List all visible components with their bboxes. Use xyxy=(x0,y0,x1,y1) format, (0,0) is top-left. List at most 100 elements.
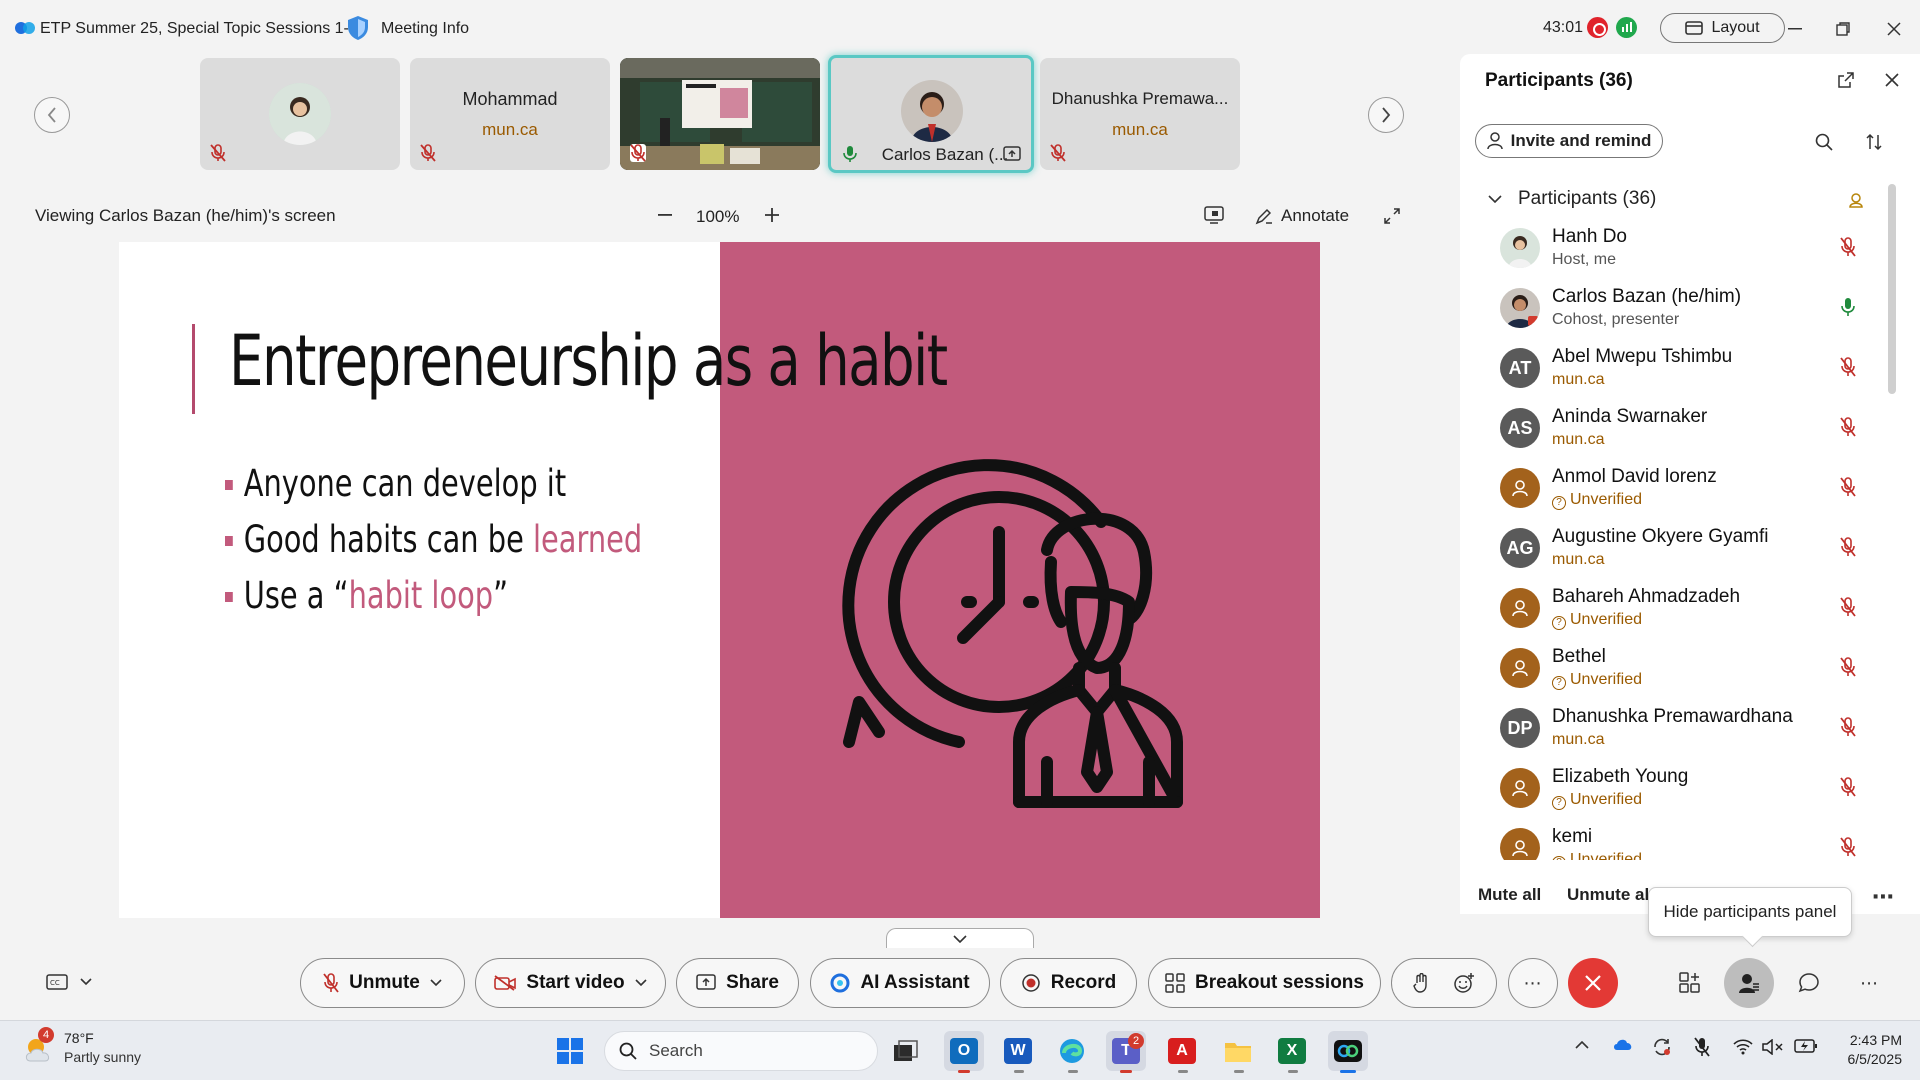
start-video-button[interactable]: Start video xyxy=(475,958,666,1008)
zoom-out-button[interactable] xyxy=(652,201,678,229)
mic-muted-icon[interactable] xyxy=(1838,596,1858,618)
popout-button[interactable] xyxy=(1834,68,1858,92)
avatar xyxy=(269,83,331,145)
captions-button[interactable]: CC xyxy=(46,974,92,990)
start-button[interactable] xyxy=(550,1031,590,1071)
outlook-app[interactable]: O xyxy=(944,1031,984,1073)
wifi-tray[interactable] xyxy=(1733,1039,1753,1055)
participant-row[interactable]: DP Dhanushka Premawardhana mun.ca xyxy=(1460,702,1900,762)
network-stats-icon[interactable] xyxy=(1616,17,1637,38)
strip-prev-button[interactable] xyxy=(34,97,70,133)
participant-row[interactable]: Elizabeth Young? Unverified xyxy=(1460,762,1900,822)
close-panel-button[interactable] xyxy=(1880,68,1904,92)
chevron-down-icon xyxy=(953,934,967,943)
mute-all-button[interactable]: Mute all xyxy=(1478,885,1541,905)
taskview-app[interactable] xyxy=(886,1031,926,1071)
shared-screen[interactable]: Entrepreneurship as a habit Anyone can d… xyxy=(119,242,1320,918)
sort-button[interactable] xyxy=(1862,130,1886,154)
minimize-button[interactable] xyxy=(1780,14,1810,44)
video-tile-mohammad[interactable]: Mohammad mun.ca xyxy=(410,58,610,170)
participants-toggle-button[interactable] xyxy=(1724,958,1774,1008)
mic-muted-icon[interactable] xyxy=(1838,656,1858,678)
sync-tray[interactable] xyxy=(1652,1037,1672,1057)
mic-muted-icon[interactable] xyxy=(1838,356,1858,378)
plus-icon xyxy=(765,208,779,222)
clock-time[interactable]: 2:43 PM xyxy=(1836,1032,1902,1048)
fullscreen-button[interactable] xyxy=(1383,207,1401,225)
mic-on-icon[interactable] xyxy=(1838,296,1858,318)
mic-muted-icon[interactable] xyxy=(1838,476,1858,498)
weather-badge: 4 xyxy=(38,1027,54,1043)
breakout-sessions-button[interactable]: Breakout sessions xyxy=(1148,958,1381,1008)
participant-subtitle-text: mun.ca xyxy=(1552,431,1605,448)
video-tile-host[interactable] xyxy=(200,58,400,170)
restore-button[interactable] xyxy=(1828,14,1858,44)
mic-muted-icon[interactable] xyxy=(1838,716,1858,738)
participants-section-toggle[interactable]: Participants (36) xyxy=(1488,188,1656,210)
participant-row[interactable]: AS Aninda Swarnaker mun.ca xyxy=(1460,402,1900,462)
webex-app[interactable] xyxy=(1328,1031,1368,1073)
participant-row[interactable]: Bethel? Unverified xyxy=(1460,642,1900,702)
mic-muted-icon[interactable] xyxy=(1838,236,1858,258)
clock-date[interactable]: 6/5/2025 xyxy=(1836,1051,1903,1067)
recording-indicator-icon[interactable] xyxy=(1587,17,1608,38)
volume-tray[interactable] xyxy=(1762,1039,1784,1055)
video-tile-dhanushka[interactable]: Dhanushka Premawa... mun.ca xyxy=(1040,58,1240,170)
emoji-reaction-icon[interactable] xyxy=(1453,972,1475,994)
video-tile-carlos[interactable]: Carlos Bazan (... xyxy=(828,55,1034,173)
participant-list[interactable]: Hanh Do Host, me Carlos Bazan (he/him) Coho… xyxy=(1460,222,1900,860)
participant-row[interactable]: Hanh Do Host, me xyxy=(1460,222,1900,282)
collapse-strip-button[interactable] xyxy=(886,928,1034,948)
share-button[interactable]: Share xyxy=(676,958,799,1008)
invite-and-remind-button[interactable]: Invite and remind xyxy=(1475,124,1663,158)
unmute-button[interactable]: Unmute xyxy=(300,958,465,1008)
mic-muted-icon[interactable] xyxy=(1838,776,1858,798)
onedrive-tray[interactable] xyxy=(1612,1037,1634,1051)
shield-icon[interactable] xyxy=(346,15,370,41)
raise-hand-icon[interactable] xyxy=(1413,973,1429,993)
participant-row[interactable]: Anmol David lorenz? Unverified xyxy=(1460,462,1900,522)
edge-app[interactable] xyxy=(1052,1031,1092,1073)
participant-row[interactable]: kemi? Unverified xyxy=(1460,822,1900,860)
layout-button[interactable]: Layout xyxy=(1660,13,1785,43)
chat-button[interactable] xyxy=(1784,958,1834,1008)
participant-row[interactable]: AG Augustine Okyere Gyamfi mun.ca xyxy=(1460,522,1900,582)
acrobat-app[interactable]: A xyxy=(1162,1031,1202,1073)
strip-next-button[interactable] xyxy=(1368,97,1404,133)
more-options-button[interactable]: ⋯ xyxy=(1508,958,1558,1008)
chat-icon xyxy=(1798,973,1819,993)
mic-tray[interactable] xyxy=(1694,1037,1710,1057)
participant-row[interactable]: Carlos Bazan (he/him) Cohost, presenter xyxy=(1460,282,1900,342)
apps-button[interactable] xyxy=(1665,958,1715,1008)
taskbar-search[interactable]: Search xyxy=(604,1031,878,1071)
zoom-in-button[interactable] xyxy=(759,201,785,229)
mic-muted-icon[interactable] xyxy=(1838,536,1858,558)
meeting-info-link[interactable]: Meeting Info xyxy=(381,20,469,38)
panel-scrollbar[interactable] xyxy=(1888,184,1896,394)
remote-control-button[interactable] xyxy=(1204,206,1224,224)
mic-muted-icon xyxy=(1694,1037,1710,1057)
leave-meeting-button[interactable] xyxy=(1568,958,1618,1008)
tray-overflow-button[interactable] xyxy=(1575,1041,1589,1049)
search-participants-button[interactable] xyxy=(1812,130,1836,154)
close-window-button[interactable] xyxy=(1879,14,1909,44)
panel-more-button[interactable]: ⋯ xyxy=(1872,884,1895,910)
more-panels-button[interactable]: ⋯ xyxy=(1844,958,1894,1008)
excel-app[interactable]: X xyxy=(1272,1031,1312,1073)
participant-row[interactable]: AT Abel Mwepu Tshimbu mun.ca xyxy=(1460,342,1900,402)
ai-assistant-button[interactable]: AI Assistant xyxy=(810,958,990,1008)
teams-app[interactable]: T 2 xyxy=(1106,1031,1146,1073)
file-explorer-app[interactable] xyxy=(1218,1031,1258,1073)
battery-tray[interactable] xyxy=(1794,1039,1818,1053)
participant-subtitle-text: Host, me xyxy=(1552,251,1617,268)
record-button[interactable]: Record xyxy=(1000,958,1137,1008)
participant-row[interactable]: Bahareh Ahmadzadeh? Unverified xyxy=(1460,582,1900,642)
mic-muted-icon[interactable] xyxy=(1838,416,1858,438)
annotate-button[interactable]: Annotate xyxy=(1255,206,1349,226)
unmute-all-button[interactable]: Unmute al xyxy=(1567,885,1649,905)
mic-muted-icon[interactable] xyxy=(1838,836,1858,858)
word-app[interactable]: W xyxy=(998,1031,1038,1073)
unverified-icon: ? xyxy=(1552,496,1566,510)
admit-badge[interactable] xyxy=(1844,188,1868,212)
video-tile-room[interactable] xyxy=(620,58,820,170)
